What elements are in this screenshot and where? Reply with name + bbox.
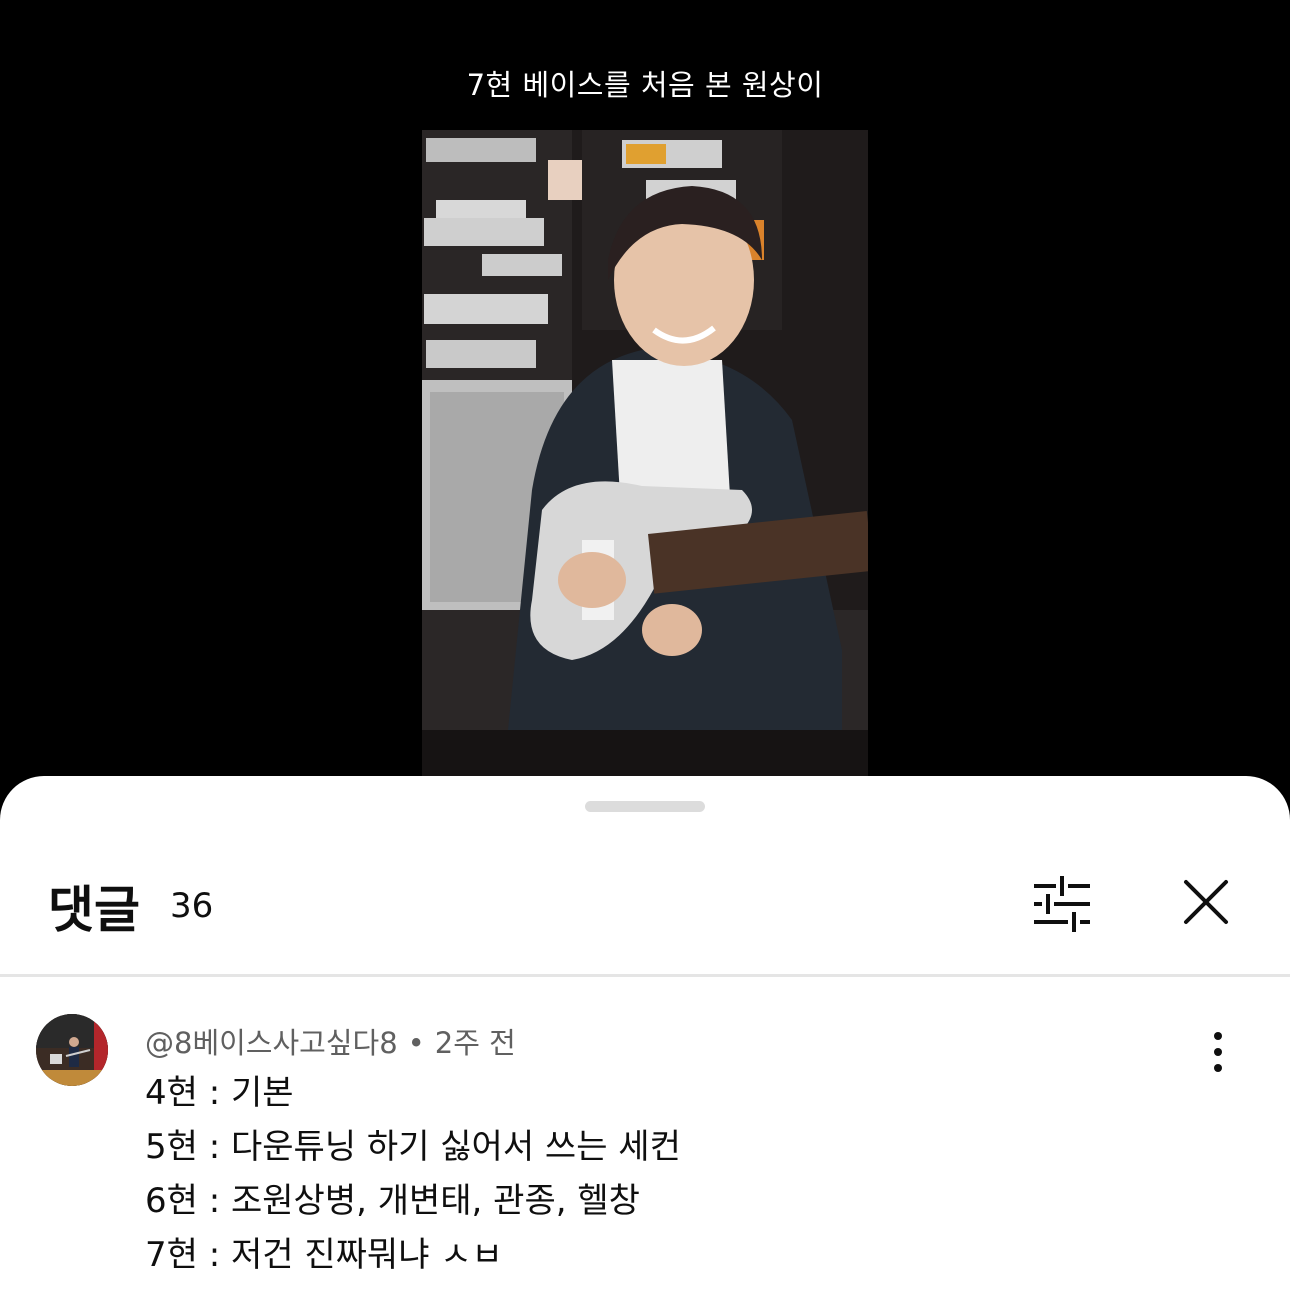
comment-line: 5현 : 다운튜닝 하기 싫어서 쓰는 세컨: [145, 1127, 681, 1167]
comment-line: 7현 : 저건 진짜뭐냐 ㅅㅂ: [145, 1235, 503, 1275]
avatar-image: [36, 1014, 108, 1086]
comments-count: 36: [170, 886, 214, 926]
sort-filter-button[interactable]: [1028, 874, 1096, 934]
comment-line: 6현 : 조원상병, 개변태, 관종, 헬창: [145, 1181, 640, 1221]
video-title: 7현 베이스를 처음 본 원상이: [466, 68, 824, 102]
close-button[interactable]: [1176, 874, 1236, 934]
comment-author[interactable]: @8베이스사고싶다8: [145, 1026, 398, 1060]
video-thumbnail[interactable]: [422, 130, 868, 790]
avatar[interactable]: [36, 1014, 108, 1086]
drag-handle[interactable]: [585, 801, 705, 812]
comment-more-button[interactable]: [1200, 1030, 1236, 1074]
comments-header: 댓글 36: [0, 856, 1290, 974]
video-scene-image: [422, 130, 868, 790]
comment-text: 4현 : 기본 5현 : 다운튜닝 하기 싫어서 쓰는 세컨 6현 : 조원상병…: [145, 1066, 681, 1282]
comment-item: @8베이스사고싶다8 • 2주 전 4현 : 기본 5현 : 다운튜닝 하기 싫어서…: [0, 1006, 1290, 1299]
comment-time[interactable]: 2주 전: [435, 1026, 516, 1060]
meta-separator: •: [407, 1026, 425, 1060]
comment-meta: @8베이스사고싶다8 • 2주 전: [145, 1020, 516, 1062]
close-icon: [1184, 880, 1228, 924]
comments-panel: 댓글 36 @8베이스사고싶다8 • 2주 전 4현: 기본 5현: 다운튜…: [0, 776, 1290, 1299]
sliders-icon: [1034, 876, 1090, 932]
video-player[interactable]: 7현 베이스를 처음 본 원상이: [0, 0, 1290, 800]
header-divider: [0, 974, 1290, 977]
comment-line: 4현 : 기본: [145, 1073, 294, 1113]
comments-title: 댓글: [48, 881, 140, 939]
more-vertical-icon: [1214, 1032, 1222, 1072]
